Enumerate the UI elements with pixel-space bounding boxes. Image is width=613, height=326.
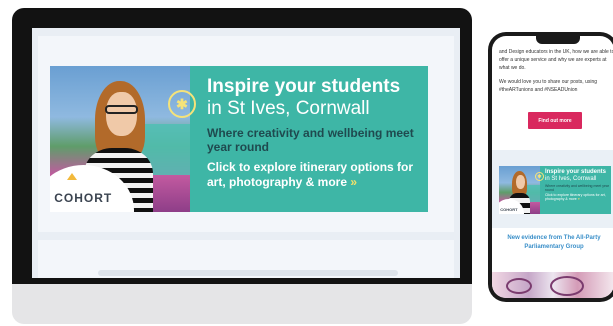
- next-card-text-placeholder: [98, 270, 398, 276]
- lightbulb-icon-mobile: ✱: [535, 172, 544, 181]
- st-ives-banner-mobile[interactable]: COHORT ✱ Inspire your students in St Ive…: [499, 166, 611, 214]
- banner-copy: Inspire your students in St Ives, Cornwa…: [207, 76, 421, 189]
- st-ives-banner-desktop[interactable]: COHORT ✱ Inspire your students in St Ive…: [50, 66, 428, 212]
- banner-cta-mobile[interactable]: Click to explore itinerary options for a…: [545, 193, 609, 201]
- cohort-logo: COHORT: [54, 190, 113, 205]
- banner-location-mobile: in St Ives, Cornwall: [545, 175, 597, 182]
- phone-section-heading[interactable]: New evidence from The All-Party Parliame…: [498, 234, 610, 252]
- cohort-logo-mobile: COHORT: [500, 206, 518, 212]
- lightbulb-icon: ✱: [168, 90, 196, 118]
- phone-share-text: We would love you to share our posts, us…: [499, 79, 598, 93]
- banner-headline-mobile: Inspire your students: [545, 169, 607, 175]
- banner-copy-mobile: Inspire your students in St Ives, Cornwa…: [545, 169, 609, 202]
- phone-body-text: and Design educators in the UK, how we a…: [499, 48, 613, 100]
- banner-photo: COHORT: [50, 66, 190, 212]
- phone-screen: and Design educators in the UK, how we a…: [492, 36, 613, 298]
- banner-cta-text: Click to explore itinerary options for a…: [207, 160, 414, 189]
- banner-cta[interactable]: Click to explore itinerary options for a…: [207, 160, 421, 189]
- email-next-card: [38, 240, 454, 278]
- banner-photo-mobile: COHORT: [499, 166, 541, 214]
- banner-subline: Where creativity and wellbeing meet year…: [207, 125, 414, 155]
- phone-mockup: and Design educators in the UK, how we a…: [488, 32, 613, 302]
- banner-cta-text-mobile: Click to explore itinerary options for a…: [545, 193, 606, 202]
- cohort-logo-mark-icon: [66, 172, 77, 180]
- glasses: [104, 105, 139, 115]
- chevron-right-icon: »: [350, 174, 358, 189]
- banner-location: in St Ives, Cornwall: [207, 97, 370, 119]
- monitor-stand: [12, 284, 472, 324]
- banner-headline: Inspire your students: [207, 76, 401, 97]
- phone-intro-text: and Design educators in the UK, how we a…: [499, 49, 613, 71]
- chevron-right-icon-mobile: »: [577, 197, 580, 202]
- phone-notch: [536, 36, 580, 44]
- find-out-more-button[interactable]: Find out more: [528, 112, 582, 129]
- banner-subline-mobile: Where creativity and wellbeing meet year…: [545, 183, 610, 192]
- phone-artwork-image: [492, 272, 613, 298]
